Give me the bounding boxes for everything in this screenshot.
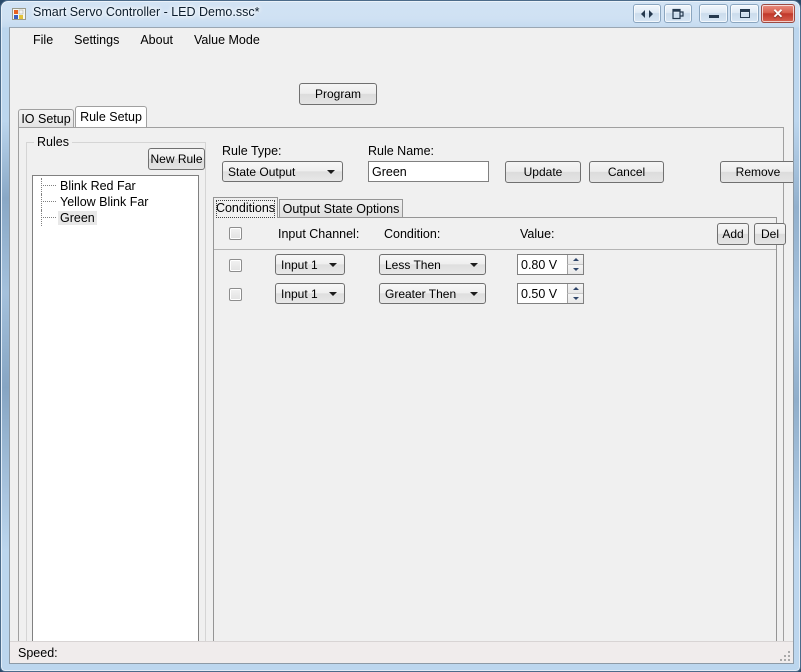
prev-next-button[interactable] xyxy=(633,4,661,23)
tab-output-state-options[interactable]: Output State Options xyxy=(279,199,403,218)
menu-item-value-mode[interactable]: Value Mode xyxy=(185,30,269,50)
chevron-down-icon xyxy=(329,291,337,296)
list-item[interactable]: Green xyxy=(33,210,198,226)
program-button[interactable]: Program xyxy=(299,83,377,105)
tree-connector-dash xyxy=(41,201,56,203)
condition-operator-select[interactable]: Greater Then xyxy=(379,283,486,304)
title-bar: Smart Servo Controller - LED Demo.ssc* ✕ xyxy=(1,1,800,27)
prev-next-icon xyxy=(634,5,660,22)
triangle-down-icon xyxy=(572,297,579,300)
status-bar: Speed: xyxy=(10,641,793,663)
condition-operator-value: Less Then xyxy=(385,257,441,272)
rules-tree-list[interactable]: Blink Red Far Yellow Blink Far Green xyxy=(32,175,199,642)
triangle-down-icon xyxy=(572,268,579,271)
rules-group: Rules New Rule Blink Red Far Yellow Blin… xyxy=(26,135,206,651)
conditions-header: Input Channel: Condition: Value: Add Del xyxy=(214,218,786,250)
menu-item-about[interactable]: About xyxy=(131,30,182,50)
minimize-icon xyxy=(700,5,727,22)
tree-connector-dash xyxy=(41,185,56,187)
rule-type-selected-value: State Output xyxy=(228,164,296,179)
menu-bar: File Settings About Value Mode xyxy=(10,28,793,52)
stepper-down-button[interactable] xyxy=(567,264,583,274)
stepper-buttons xyxy=(567,255,583,274)
condition-row-checkbox[interactable] xyxy=(229,288,242,301)
cancel-button[interactable]: Cancel xyxy=(589,161,664,183)
stepper-buttons xyxy=(567,284,583,303)
column-header-condition: Condition: xyxy=(384,227,441,241)
rule-setup-tab-page: Rules New Rule Blink Red Far Yellow Blin… xyxy=(18,127,793,651)
tab-io-setup[interactable]: IO Setup xyxy=(18,109,74,127)
maximize-button[interactable] xyxy=(730,4,759,23)
conditions-tab-page: Input Channel: Condition: Value: Add Del… xyxy=(213,217,786,649)
select-all-checkbox[interactable] xyxy=(229,227,242,240)
chevron-down-icon xyxy=(470,291,478,296)
application-window: Smart Servo Controller - LED Demo.ssc* ✕… xyxy=(0,0,801,672)
value-numeric-stepper[interactable]: 0.80 V xyxy=(517,254,584,275)
restore-app-button[interactable] xyxy=(664,4,692,23)
rule-name-green: Green xyxy=(58,211,97,225)
menu-item-settings[interactable]: Settings xyxy=(65,30,128,50)
close-icon: ✕ xyxy=(772,5,784,21)
condition-operator-select[interactable]: Less Then xyxy=(379,254,486,275)
list-item[interactable]: Yellow Blink Far xyxy=(33,194,198,210)
input-channel-select[interactable]: Input 1 xyxy=(275,283,345,304)
rule-name-blink-red-far: Blink Red Far xyxy=(60,179,136,193)
restore-window-icon xyxy=(665,5,691,22)
maximize-icon xyxy=(731,5,758,22)
stepper-down-button[interactable] xyxy=(567,293,583,303)
add-condition-button[interactable]: Add xyxy=(717,223,749,245)
column-header-value: Value: xyxy=(520,227,555,241)
application-squares-icon xyxy=(12,8,26,20)
rule-name-input[interactable]: Green xyxy=(368,161,489,182)
main-tab-strip: IO Setup Rule Setup xyxy=(18,106,784,127)
rule-name-label: Rule Name: xyxy=(368,144,434,158)
column-header-input-channel: Input Channel: xyxy=(278,227,360,241)
tab-conditions[interactable]: Conditions xyxy=(213,197,278,218)
tab-conditions-label: Conditions xyxy=(215,201,276,215)
triangle-up-icon xyxy=(572,287,579,290)
value-text: 0.50 V xyxy=(521,286,558,301)
stepper-up-button[interactable] xyxy=(567,284,583,293)
rule-type-label: Rule Type: xyxy=(222,144,282,158)
chevron-down-icon xyxy=(470,262,478,267)
window-title: Smart Servo Controller - LED Demo.ssc* xyxy=(33,5,260,19)
status-speed-label: Speed: xyxy=(18,645,58,660)
condition-row-checkbox[interactable] xyxy=(229,259,242,272)
rule-detail-panel: Rule Type: State Output Rule Name: Green… xyxy=(211,135,793,651)
menu-item-file[interactable]: File xyxy=(24,30,62,50)
client-area: File Settings About Value Mode Program I… xyxy=(9,27,794,664)
rule-name-yellow-blink-far: Yellow Blink Far xyxy=(60,195,149,209)
update-button[interactable]: Update xyxy=(505,161,581,183)
delete-condition-button[interactable]: Del xyxy=(754,223,786,245)
chevron-down-icon xyxy=(329,262,337,267)
condition-row: Input 1 Greater Then 0.50 V xyxy=(214,281,776,310)
condition-row: Input 1 Less Then 0.80 V xyxy=(214,252,776,281)
input-channel-value: Input 1 xyxy=(281,286,318,301)
list-item[interactable]: Blink Red Far xyxy=(33,178,198,194)
triangle-up-icon xyxy=(572,258,579,261)
chevron-down-icon xyxy=(327,169,335,174)
rule-type-select[interactable]: State Output xyxy=(222,161,343,182)
rules-group-title: Rules xyxy=(34,135,72,149)
input-channel-select[interactable]: Input 1 xyxy=(275,254,345,275)
tab-rule-setup[interactable]: Rule Setup xyxy=(75,106,147,127)
input-channel-value: Input 1 xyxy=(281,257,318,272)
value-numeric-stepper[interactable]: 0.50 V xyxy=(517,283,584,304)
rule-inner-tab-strip: Conditions Output State Options xyxy=(213,197,777,218)
resize-grip[interactable] xyxy=(778,649,790,661)
condition-operator-value: Greater Then xyxy=(385,286,457,301)
minimize-button[interactable] xyxy=(699,4,728,23)
window-frame-sheen-left xyxy=(2,121,9,551)
remove-button[interactable]: Remove xyxy=(720,161,793,183)
new-rule-button[interactable]: New Rule xyxy=(148,148,205,170)
tree-connector-dash xyxy=(41,217,56,219)
value-text: 0.80 V xyxy=(521,257,558,272)
close-button[interactable]: ✕ xyxy=(761,4,795,23)
stepper-up-button[interactable] xyxy=(567,255,583,264)
